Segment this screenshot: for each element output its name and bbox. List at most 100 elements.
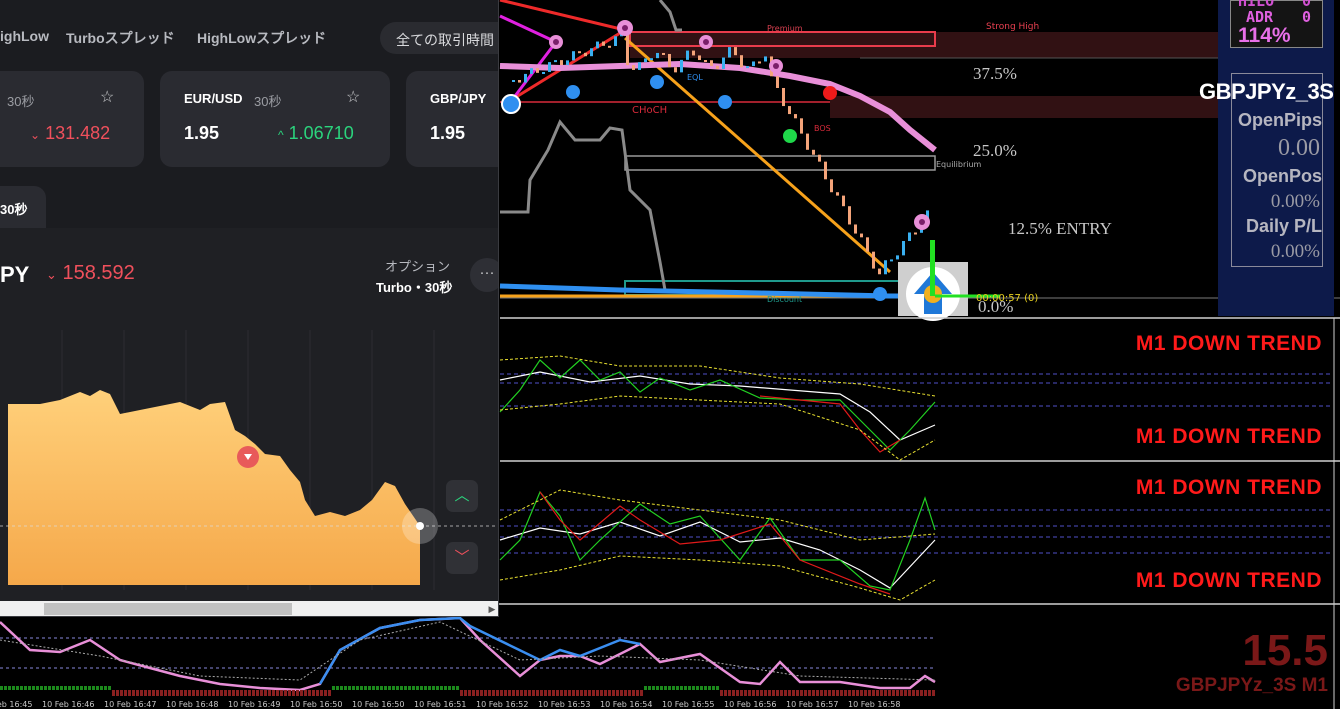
histogram-bar: [876, 690, 879, 696]
histogram-bar: [44, 686, 47, 690]
histogram-bar: [244, 690, 247, 696]
histogram-bar: [64, 686, 67, 690]
fib-label-entry: 12.5% ENTRY: [1008, 219, 1112, 238]
candle: [632, 65, 635, 70]
pair-rate: ^ 1.06710: [278, 123, 354, 143]
histogram-bar: [60, 686, 63, 690]
histogram-bar: [272, 690, 275, 696]
histogram-bar: [148, 690, 151, 696]
histogram-bar: [448, 686, 451, 690]
tab-highlow[interactable]: ighLow: [0, 28, 49, 44]
more-options-button[interactable]: ···: [470, 258, 498, 292]
histogram-bar: [496, 690, 499, 696]
gray-indicator: [500, 119, 667, 291]
histogram-bar: [400, 686, 403, 690]
histogram-bar: [872, 690, 875, 696]
histogram-bar: [176, 690, 179, 696]
price-area-chart[interactable]: [0, 330, 499, 600]
histogram-bar: [708, 686, 711, 690]
star-icon[interactable]: ☆: [346, 87, 360, 107]
histogram-bar: [792, 690, 795, 696]
histogram-bar: [84, 686, 87, 690]
histogram-bar: [76, 686, 79, 690]
histogram-bar: [104, 686, 107, 690]
histogram-bar: [832, 690, 835, 696]
histogram-bar: [468, 690, 471, 696]
osc2-white: [499, 521, 936, 589]
all-trades-button[interactable]: 全ての取引時間: [380, 22, 498, 54]
star-icon[interactable]: ☆: [100, 87, 114, 107]
histogram-bar: [116, 690, 119, 696]
pair-card-usdjpy[interactable]: 30秒 ☆ ⌄ 131.482: [0, 71, 144, 167]
histogram-bar: [812, 690, 815, 696]
scrollbar-thumb[interactable]: [44, 603, 292, 615]
tab-turbo-spread[interactable]: Turboスプレッド: [66, 28, 175, 48]
histogram-bar: [168, 690, 171, 696]
pair-payout: 1.95: [430, 123, 466, 143]
fib-label-25: 25.0%: [973, 141, 1017, 160]
time-axis-label: 10 Feb 16:47: [104, 700, 157, 709]
histogram-bar: [680, 686, 683, 690]
histogram-bar: [392, 686, 395, 690]
open-pos-label: OpenPos: [1242, 166, 1322, 186]
tab-highlow-spread[interactable]: HighLowスプレッド: [197, 28, 326, 48]
histogram-bar: [452, 686, 455, 690]
histogram-bar: [164, 690, 167, 696]
histogram-bar: [712, 686, 715, 690]
candle: [728, 47, 731, 58]
histogram-bar: [672, 686, 675, 690]
histogram-bar: [376, 686, 379, 690]
histogram-bar: [24, 686, 27, 690]
pair-card-gbpjpy[interactable]: GBP/JPY 1.95: [406, 71, 498, 167]
fib-label-37: 37.5%: [973, 64, 1017, 83]
histogram-bar: [504, 690, 507, 696]
histogram-bar: [840, 690, 843, 696]
histogram-bar: [760, 690, 763, 696]
equilibrium-box: [624, 155, 936, 171]
time-axis-label: 10 Feb 16:54: [600, 700, 653, 709]
histogram-bar: [52, 686, 55, 690]
histogram-bar: [248, 690, 251, 696]
high-button[interactable]: ︿: [446, 480, 478, 512]
histogram-bar: [264, 690, 267, 696]
green-bar: [930, 240, 935, 296]
low-marker: [718, 95, 732, 109]
time-axis-label: 10 Feb 16:55: [662, 700, 715, 709]
histogram-bar: [828, 690, 831, 696]
histogram-bar: [4, 686, 7, 690]
histogram-bar: [56, 686, 59, 690]
candle: [878, 268, 881, 275]
histogram-bar: [80, 686, 83, 690]
candle: [590, 48, 593, 57]
candle: [818, 154, 821, 162]
premium-lower-zone: [830, 96, 1220, 118]
histogram-bar: [228, 690, 231, 696]
duration-tab[interactable]: 30秒: [0, 186, 46, 228]
candle: [668, 53, 671, 68]
histogram-bar: [900, 690, 903, 696]
time-axis-label: 10 Feb 16:52: [476, 700, 529, 709]
histogram-bar: [188, 690, 191, 696]
candle: [890, 259, 893, 262]
histogram-bar: [316, 690, 319, 696]
histogram-bar: [580, 690, 583, 696]
low-button[interactable]: ﹀: [446, 542, 478, 574]
pair-name: GBP/JPY: [430, 91, 487, 106]
candle: [560, 60, 563, 66]
time-axis-label: 10 Feb 16:57: [786, 700, 839, 709]
histogram-bar: [600, 690, 603, 696]
histogram-bar: [124, 690, 127, 696]
histogram-bar: [804, 690, 807, 696]
histogram-bar: [640, 690, 643, 696]
pair-card-eurusd[interactable]: EUR/USD 30秒 ☆ 1.95 ^ 1.06710: [160, 71, 390, 167]
trading-app-window[interactable]: ighLow Turboスプレッド HighLowスプレッド 全ての取引時間 3…: [0, 0, 499, 617]
scroll-right-arrow-icon[interactable]: ▶: [486, 602, 498, 616]
histogram-bar: [772, 690, 775, 696]
histogram-bar: [692, 686, 695, 690]
histogram-bar: [716, 686, 719, 690]
discount-label: Discount: [767, 295, 803, 304]
histogram-bar: [632, 690, 635, 696]
time-axis-label: 10 Feb 16:46: [42, 700, 95, 709]
histogram-bar: [916, 690, 919, 696]
bottom-indicator-blue: [318, 616, 641, 685]
